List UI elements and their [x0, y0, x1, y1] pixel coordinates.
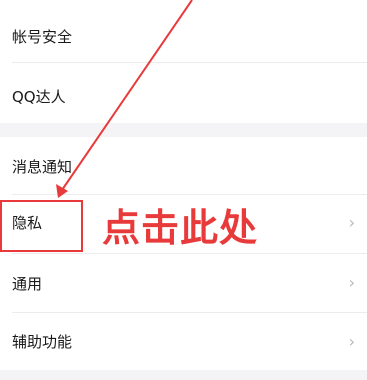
annotation-label: 点击此处 — [102, 206, 259, 250]
settings-item-accessibility[interactable]: 辅助功能 › — [0, 313, 367, 370]
settings-item-label: 隐私 — [12, 214, 43, 232]
section-gap — [0, 123, 367, 137]
settings-item-label: 消息通知 — [12, 158, 73, 176]
section-gap — [0, 370, 367, 380]
settings-item-label: QQ达人 — [12, 88, 66, 106]
settings-item-account-security[interactable]: 帐号安全 — [0, 0, 367, 62]
settings-item-label: 通用 — [12, 275, 43, 293]
chevron-right-icon: › — [348, 213, 355, 232]
settings-item-general[interactable]: 通用 › — [0, 254, 367, 312]
settings-item-message-notification[interactable]: 消息通知 — [0, 137, 367, 194]
settings-item-label: 辅助功能 — [12, 333, 73, 351]
chevron-right-icon: › — [348, 332, 355, 351]
chevron-right-icon: › — [348, 273, 355, 292]
settings-item-label: 帐号安全 — [12, 28, 73, 46]
settings-item-qq-daren[interactable]: QQ达人 — [0, 63, 367, 123]
